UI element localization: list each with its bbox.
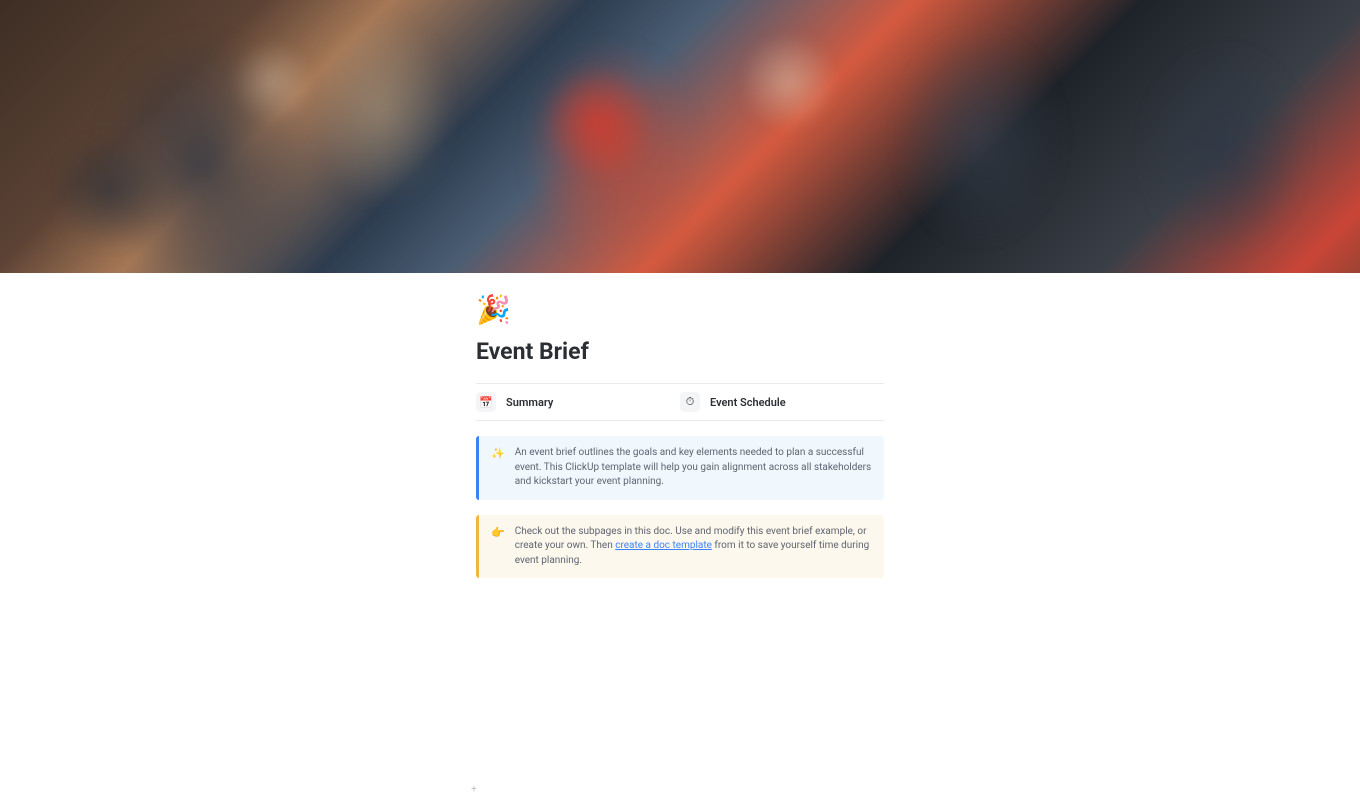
subpage-nav: 📅 Summary ⏱ Event Schedule	[476, 383, 884, 421]
tip-callout[interactable]: 👉 Check out the subpages in this doc. Us…	[476, 515, 884, 579]
callout-text: Check out the subpages in this doc. Use …	[515, 525, 872, 569]
add-block-button[interactable]: +	[468, 783, 480, 795]
nav-label: Event Schedule	[710, 396, 786, 409]
create-template-link[interactable]: create a doc template	[615, 540, 712, 551]
pointing-icon: 👉	[491, 525, 505, 569]
page-emoji-icon[interactable]: 🎉	[476, 293, 884, 326]
cover-image	[0, 0, 1360, 273]
calendar-icon: 📅	[476, 392, 496, 412]
document-content: 🎉 Event Brief 📅 Summary ⏱ Event Schedule…	[476, 273, 884, 578]
nav-item-schedule[interactable]: ⏱ Event Schedule	[680, 392, 884, 412]
page-title[interactable]: Event Brief	[476, 338, 884, 365]
nav-item-summary[interactable]: 📅 Summary	[476, 392, 680, 412]
clock-icon: ⏱	[680, 392, 700, 412]
callout-text: An event brief outlines the goals and ke…	[515, 446, 872, 490]
sparkle-icon: ✨	[491, 446, 505, 490]
nav-label: Summary	[506, 396, 553, 409]
info-callout[interactable]: ✨ An event brief outlines the goals and …	[476, 436, 884, 500]
